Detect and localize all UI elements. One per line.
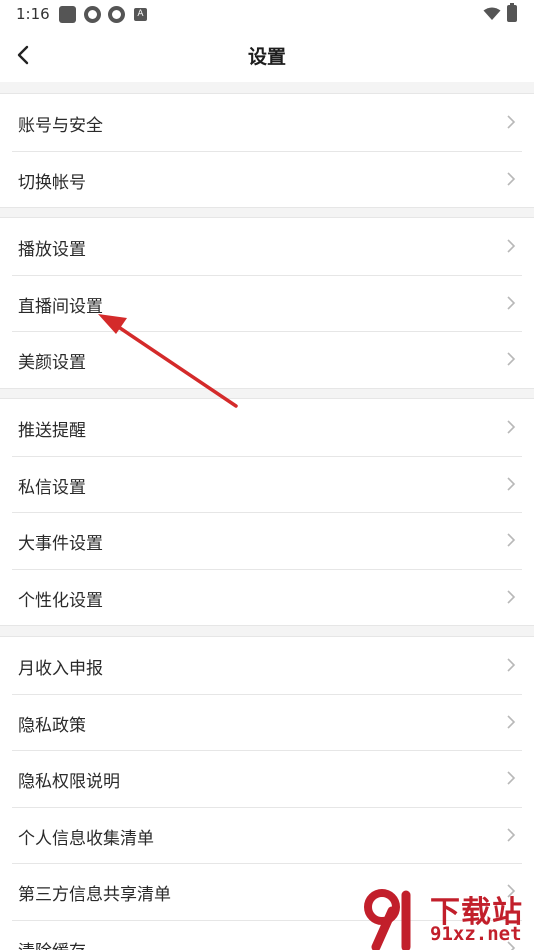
settings-group-account: 账号与安全 切换帐号 [0,93,534,208]
header: 设置 [0,28,534,82]
settings-item-label: 隐私政策 [18,715,86,736]
chevron-right-icon [507,771,516,785]
chevron-right-icon [507,658,516,672]
chevron-right-icon [507,352,516,366]
settings-item-label: 隐私权限说明 [18,772,120,792]
battery-icon [507,3,517,22]
chevron-right-icon [507,533,516,547]
chevron-right-icon [507,589,516,604]
settings-group-notifications: 推送提醒 私信设置 大事件设置 个性化设置 [0,398,534,626]
page-title: 设置 [247,46,286,68]
settings-item-label: 账号与安全 [18,116,103,136]
watermark-logo-icon [364,889,411,950]
settings-item-label: 清除缓存 [18,937,86,950]
chevron-right-icon [507,115,516,129]
settings-item-switch-account[interactable]: 切换帐号 [0,150,534,208]
settings-item-push[interactable]: 推送提醒 [0,399,534,456]
status-bar: 1:16 A [0,0,534,28]
settings-item-label: 大事件设置 [18,534,103,554]
aperture-notification-icon [84,6,101,23]
settings-item-private-message[interactable]: 私信设置 [0,455,534,513]
settings-item-privacy-policy[interactable]: 隐私政策 [0,693,534,751]
settings-item-label: 直播间设置 [18,296,103,317]
settings-item-label: 美颜设置 [18,353,86,373]
chevron-right-icon [507,420,516,434]
status-time: 1:16 [16,5,50,23]
watermark: 下载站 91xz.net [360,885,534,950]
settings-item-big-event[interactable]: 大事件设置 [0,512,534,569]
wifi-icon [483,7,501,20]
settings-item-label: 第三方信息共享清单 [18,885,171,905]
settings-item-beauty[interactable]: 美颜设置 [0,331,534,388]
chevron-right-icon [507,239,516,253]
settings-item-info-collection[interactable]: 个人信息收集清单 [0,806,534,864]
settings-item-label: 个人信息收集清单 [18,828,154,849]
chevron-right-icon [507,827,516,842]
settings-item-label: 推送提醒 [18,421,86,441]
chevron-right-icon [507,171,516,186]
settings-item-label: 月收入申报 [18,659,103,679]
settings-group-playback: 播放设置 直播间设置 美颜设置 [0,217,534,389]
settings-item-income[interactable]: 月收入申报 [0,637,534,694]
chevron-right-icon [507,476,516,491]
settings-item-label: 个性化设置 [18,590,103,611]
settings-item-account-security[interactable]: 账号与安全 [0,94,534,151]
settings-item-privacy-permissions[interactable]: 隐私权限说明 [0,750,534,807]
a-notification-icon: A [134,8,147,21]
settings-item-playback[interactable]: 播放设置 [0,218,534,275]
app-notification-icon [59,6,76,23]
settings-item-label: 私信设置 [18,477,86,498]
settings-item-label: 切换帐号 [18,172,86,193]
watermark-domain: 91xz.net [430,923,522,945]
settings-item-label: 播放设置 [18,240,86,260]
settings-item-live-room[interactable]: 直播间设置 [0,274,534,332]
settings-item-personalization[interactable]: 个性化设置 [0,568,534,626]
chevron-right-icon [507,295,516,310]
aperture-notification-icon-2 [108,6,125,23]
chevron-right-icon [507,714,516,729]
